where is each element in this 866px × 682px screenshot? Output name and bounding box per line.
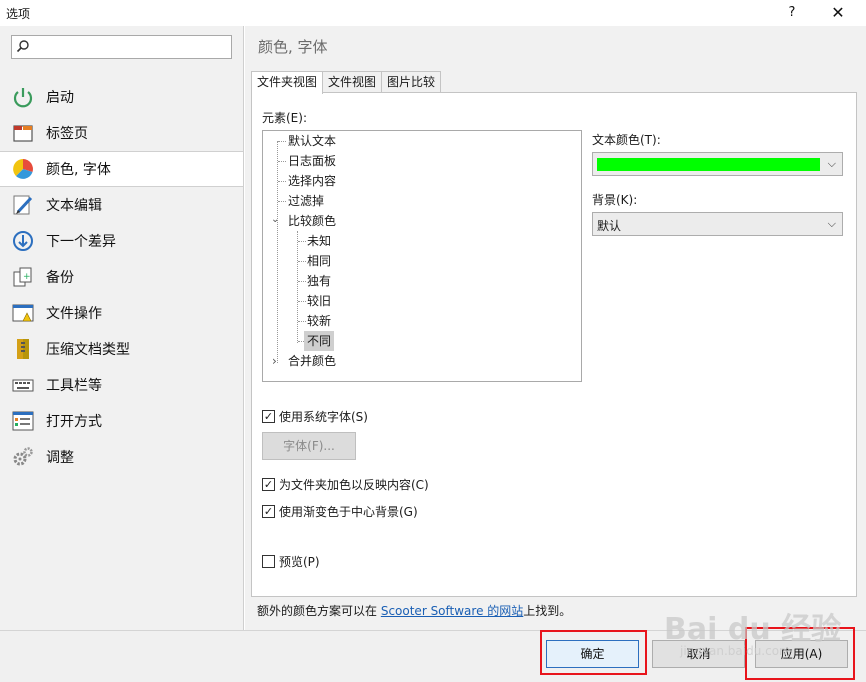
tree-item-newer[interactable]: 较新	[307, 311, 331, 331]
expand-chevron-right-icon[interactable]: ›	[272, 354, 277, 368]
scooter-software-link[interactable]: Scooter Software 的网站	[381, 604, 523, 618]
tree-item-different[interactable]: 不同	[304, 331, 335, 351]
baidu-watermark-url: jingyan.baidu.com	[680, 644, 791, 658]
expand-chevron-down-icon[interactable]: ⌄	[271, 214, 279, 225]
sidebar-item-label: 颜色, 字体	[46, 162, 111, 178]
tree-item-default-text[interactable]: 默认文本	[288, 131, 336, 151]
tree-item-orphan[interactable]: 独有	[307, 271, 331, 291]
chevron-down-icon: ⌵	[827, 217, 836, 230]
font-button[interactable]: 字体(F)...	[262, 432, 356, 460]
tree-item-older[interactable]: 较旧	[307, 291, 331, 311]
sidebar-item-label: 调整	[46, 450, 74, 466]
tab-strip: 文件夹视图 文件视图 图片比较	[251, 71, 442, 94]
tree-item-same[interactable]: 相同	[307, 251, 331, 271]
background-value: 默认	[597, 219, 622, 233]
sidebar-item-startup[interactable]: 启动	[0, 79, 243, 115]
sidebar-nav: 启动 标签页 颜色, 字体 文本编辑 下一个差异 + 备份 文件操作 压缩文档类…	[0, 79, 243, 475]
baidu-watermark-logo: Bai du 经验	[664, 612, 842, 647]
file-warning-icon	[12, 302, 34, 324]
note-suffix: 上找到。	[523, 604, 572, 618]
tree-item-log-panel[interactable]: 日志面板	[288, 151, 336, 171]
sidebar-item-colors-fonts[interactable]: 颜色, 字体	[0, 151, 243, 187]
tab-folder-view[interactable]: 文件夹视图	[251, 71, 324, 94]
tab-panel: 元素(E): 默认文本 日志面板 选择内容 过滤掉 ⌄ 比较颜色 未知 相同 独…	[251, 92, 857, 597]
sidebar-item-label: 下一个差异	[46, 234, 116, 250]
checkbox-box: ✓	[262, 478, 275, 491]
down-arrow-icon	[12, 230, 34, 252]
settings-content: 颜色, 字体 文件夹视图 文件视图 图片比较 元素(E): 默认文本 日志面板 …	[245, 26, 866, 630]
sidebar-item-label: 工具栏等	[46, 378, 102, 394]
text-color-select[interactable]: ⌵	[592, 152, 843, 176]
text-color-label: 文本颜色(T):	[592, 133, 661, 147]
checkbox-box: ✓	[262, 410, 275, 423]
keyboard-icon	[12, 374, 34, 396]
sidebar: 启动 标签页 颜色, 字体 文本编辑 下一个差异 + 备份 文件操作 压缩文档类…	[0, 26, 244, 630]
help-button[interactable]: ?	[770, 0, 814, 26]
sidebar-item-tabs[interactable]: 标签页	[0, 115, 243, 151]
background-select[interactable]: 默认 ⌵	[592, 212, 843, 236]
title-bar: 选项 ? ✕	[0, 0, 866, 26]
window-list-icon	[12, 410, 34, 432]
sidebar-item-text-editing[interactable]: 文本编辑	[0, 187, 243, 223]
sidebar-item-label: 压缩文档类型	[46, 342, 130, 358]
text-color-swatch	[597, 158, 820, 171]
chevron-down-icon: ⌵	[827, 157, 836, 170]
search-icon	[16, 39, 30, 56]
sidebar-item-label: 备份	[46, 270, 74, 286]
sidebar-item-label: 文本编辑	[46, 198, 102, 214]
background-label: 背景(K):	[592, 193, 638, 207]
color-schemes-note: 额外的颜色方案可以在 Scooter Software 的网站上找到。	[257, 602, 571, 619]
sidebar-item-tweaks[interactable]: 调整	[0, 439, 243, 475]
sidebar-item-label: 启动	[46, 90, 74, 106]
tab-picture-compare[interactable]: 图片比较	[381, 71, 442, 93]
sidebar-item-toolbars[interactable]: 工具栏等	[0, 367, 243, 403]
gradient-background-checkbox[interactable]: ✓ 使用渐变色于中心背景(G)	[262, 503, 418, 520]
backup-icon: +	[12, 266, 34, 288]
sidebar-item-next-difference[interactable]: 下一个差异	[0, 223, 243, 259]
use-system-font-checkbox[interactable]: ✓ 使用系统字体(S)	[262, 408, 368, 425]
pencil-icon	[12, 194, 34, 216]
tab-icon	[12, 122, 34, 144]
tree-item-unknown[interactable]: 未知	[307, 231, 331, 251]
tab-file-view[interactable]: 文件视图	[322, 71, 383, 93]
close-button[interactable]: ✕	[816, 0, 860, 26]
sidebar-item-backup[interactable]: + 备份	[0, 259, 243, 295]
checkbox-box	[262, 555, 275, 568]
preview-checkbox[interactable]: 预览(P)	[262, 553, 320, 570]
tree-item-selection[interactable]: 选择内容	[288, 171, 336, 191]
page-title: 颜色, 字体	[258, 38, 328, 56]
tree-item-filtered[interactable]: 过滤掉	[288, 191, 324, 211]
window-title: 选项	[6, 7, 31, 21]
preview-label: 预览(P)	[279, 555, 320, 569]
search-input[interactable]	[11, 35, 232, 59]
gradient-background-label: 使用渐变色于中心背景(G)	[279, 505, 418, 519]
elements-tree[interactable]: 默认文本 日志面板 选择内容 过滤掉 ⌄ 比较颜色 未知 相同 独有 较旧 较新…	[262, 130, 582, 382]
svg-text:+: +	[23, 272, 31, 282]
highlight-box-ok	[540, 630, 647, 675]
pie-chart-icon	[12, 158, 34, 180]
colorize-folders-checkbox[interactable]: ✓ 为文件夹加色以反映内容(C)	[262, 476, 429, 493]
sidebar-item-label: 文件操作	[46, 306, 102, 322]
zipper-icon	[12, 338, 34, 360]
sidebar-item-open-with[interactable]: 打开方式	[0, 403, 243, 439]
power-icon	[12, 86, 34, 108]
sidebar-item-file-operations[interactable]: 文件操作	[0, 295, 243, 331]
sidebar-item-archive-types[interactable]: 压缩文档类型	[0, 331, 243, 367]
sidebar-item-label: 标签页	[46, 126, 88, 142]
tree-item-compare-colors[interactable]: 比较颜色	[288, 211, 336, 231]
sidebar-item-label: 打开方式	[46, 414, 102, 430]
note-prefix: 额外的颜色方案可以在	[257, 604, 381, 618]
elements-label: 元素(E):	[262, 111, 307, 125]
tree-item-merge-colors[interactable]: 合并颜色	[288, 351, 336, 371]
use-system-font-label: 使用系统字体(S)	[279, 410, 368, 424]
colorize-folders-label: 为文件夹加色以反映内容(C)	[279, 478, 429, 492]
checkbox-box: ✓	[262, 505, 275, 518]
gears-icon	[12, 446, 34, 468]
